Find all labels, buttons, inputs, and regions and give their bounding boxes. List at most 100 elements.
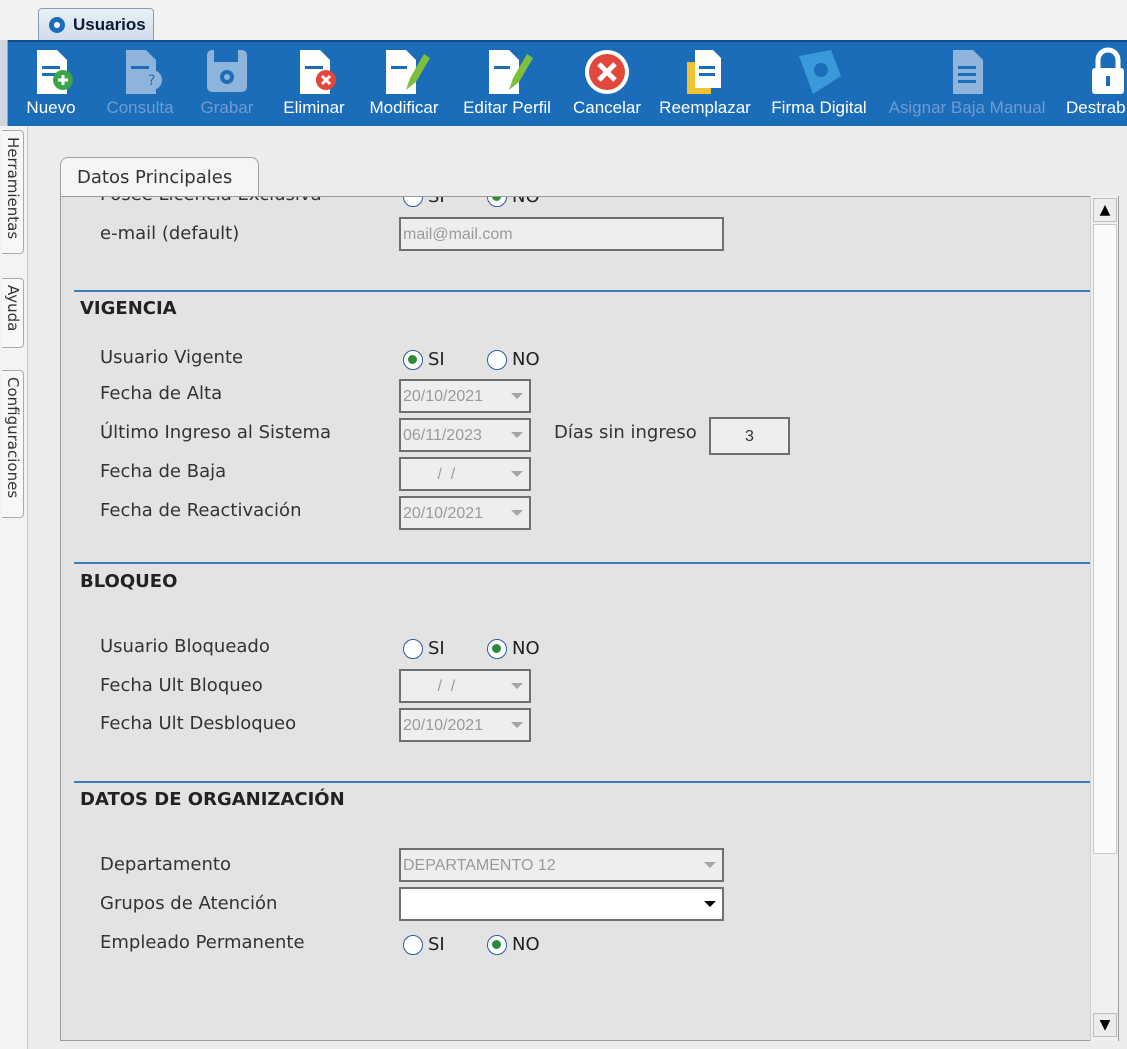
grupos-atencion-label: Grupos de Atención bbox=[100, 893, 278, 914]
side-tab-configuraciones-label: Configuraciones bbox=[4, 377, 22, 499]
scroll-up-icon[interactable]: ▲ bbox=[1093, 198, 1117, 222]
save-disk-icon bbox=[207, 50, 247, 92]
fecha-baja-label: Fecha de Baja bbox=[100, 461, 227, 482]
departamento-select[interactable]: DEPARTAMENTO 12 bbox=[399, 848, 724, 882]
vigente-si-radio[interactable]: SI bbox=[403, 349, 445, 370]
window-tab-strip: Usuarios bbox=[0, 0, 1127, 40]
licencia-label: Posee Licencia Exclusiva bbox=[100, 197, 322, 205]
vigencia-title: VIGENCIA bbox=[80, 298, 177, 319]
email-field[interactable]: mail@mail.com bbox=[399, 217, 724, 251]
assign-document-icon bbox=[953, 50, 983, 94]
reemplazar-label: Reemplazar bbox=[659, 98, 751, 117]
radio-circle-selected bbox=[487, 197, 507, 207]
destrabar-button[interactable]: Destrab bbox=[1060, 42, 1127, 128]
usuarios-tab-icon bbox=[49, 16, 65, 33]
nuevo-button[interactable]: Nuevo bbox=[18, 42, 84, 128]
fecha-reactivacion-picker[interactable]: 20/10/2021 bbox=[399, 496, 531, 530]
edit-profile-icon bbox=[489, 50, 533, 94]
side-tab-herramientas[interactable]: Herramientas bbox=[2, 130, 24, 254]
modificar-button[interactable]: Modificar bbox=[362, 42, 446, 128]
side-tab-ayuda[interactable]: Ayuda bbox=[2, 278, 24, 348]
usuario-bloqueado-label: Usuario Bloqueado bbox=[100, 636, 270, 657]
radio-circle bbox=[487, 349, 507, 370]
grabar-button[interactable]: Grabar bbox=[194, 42, 260, 128]
fecha-ult-desbloqueo-value: 20/10/2021 bbox=[403, 717, 484, 734]
radio-label: NO bbox=[512, 197, 540, 207]
fecha-reactivacion-label: Fecha de Reactivación bbox=[100, 500, 302, 521]
eliminar-button[interactable]: Eliminar bbox=[278, 42, 350, 128]
bloqueado-no-radio[interactable]: NO bbox=[487, 638, 540, 659]
firma-digital-button[interactable]: Firma Digital bbox=[764, 42, 874, 128]
reemplazar-button[interactable]: Reemplazar bbox=[656, 42, 754, 128]
departamento-label: Departamento bbox=[100, 854, 231, 875]
destrabar-label: Destrab bbox=[1066, 98, 1126, 117]
email-label: e-mail (default) bbox=[100, 223, 240, 244]
vertical-scrollbar[interactable]: ▲ ▼ bbox=[1090, 196, 1118, 1041]
ultimo-ingreso-label: Último Ingreso al Sistema bbox=[100, 422, 332, 443]
window-tab-usuarios[interactable]: Usuarios bbox=[38, 8, 154, 40]
dias-sin-ingreso-field[interactable]: 3 bbox=[709, 417, 790, 455]
digital-signature-icon bbox=[799, 50, 841, 94]
dropdown-arrow-icon bbox=[511, 683, 523, 689]
dropdown-arrow-icon bbox=[511, 510, 523, 516]
grupos-atencion-select[interactable] bbox=[399, 887, 724, 921]
window-tab-label: Usuarios bbox=[73, 14, 146, 34]
toolbar-grip bbox=[0, 40, 8, 126]
empleado-permanente-label: Empleado Permanente bbox=[100, 932, 305, 953]
dropdown-arrow-icon bbox=[704, 862, 716, 868]
scroll-thumb[interactable] bbox=[1093, 224, 1117, 854]
usuario-vigente-label: Usuario Vigente bbox=[100, 347, 244, 368]
fecha-ult-desbloqueo-label: Fecha Ult Desbloqueo bbox=[100, 713, 297, 734]
fecha-reactivacion-value: 20/10/2021 bbox=[403, 505, 484, 522]
fecha-alta-label: Fecha de Alta bbox=[100, 383, 223, 404]
fecha-ult-bloqueo-value: / / bbox=[433, 678, 456, 695]
editar-perfil-button[interactable]: Editar Perfil bbox=[456, 42, 558, 128]
fecha-ult-desbloqueo-picker[interactable]: 20/10/2021 bbox=[399, 708, 531, 742]
editar-perfil-label: Editar Perfil bbox=[463, 98, 551, 117]
radio-circle-selected bbox=[487, 934, 507, 955]
cancelar-button[interactable]: Cancelar bbox=[568, 42, 646, 128]
radio-circle bbox=[403, 197, 423, 207]
side-panel: Herramientas Ayuda Configuraciones bbox=[0, 126, 28, 1049]
new-document-icon bbox=[37, 50, 73, 94]
scroll-down-icon[interactable]: ▼ bbox=[1093, 1013, 1117, 1037]
permanente-si-radio[interactable]: SI bbox=[403, 934, 445, 955]
licencia-si-radio[interactable]: SI bbox=[403, 197, 445, 207]
radio-circle-selected bbox=[403, 349, 423, 370]
consulta-label: Consulta bbox=[106, 98, 174, 117]
radio-label: NO bbox=[512, 349, 540, 370]
section-divider bbox=[74, 781, 1090, 783]
eliminar-label: Eliminar bbox=[283, 98, 345, 117]
unlock-icon bbox=[1092, 47, 1124, 94]
dropdown-arrow-icon bbox=[511, 393, 523, 399]
asignar-baja-manual-label: Asignar Baja Manual bbox=[888, 98, 1046, 117]
clipped-row: Posee Licencia Exclusiva SI NO bbox=[61, 197, 1089, 207]
bloqueado-si-radio[interactable]: SI bbox=[403, 638, 445, 659]
side-tab-configuraciones[interactable]: Configuraciones bbox=[2, 370, 24, 518]
fecha-alta-value: 20/10/2021 bbox=[403, 388, 484, 405]
fecha-ult-bloqueo-picker[interactable]: / / bbox=[399, 669, 531, 703]
radio-circle-selected bbox=[487, 638, 507, 659]
section-divider bbox=[74, 290, 1090, 292]
asignar-baja-manual-button[interactable]: Asignar Baja Manual bbox=[884, 42, 1050, 128]
tab-datos-principales[interactable]: Datos Principales bbox=[60, 157, 259, 199]
nuevo-label: Nuevo bbox=[26, 98, 76, 117]
fecha-ult-bloqueo-label: Fecha Ult Bloqueo bbox=[100, 675, 263, 696]
radio-label: NO bbox=[512, 638, 540, 659]
consulta-button[interactable]: ? Consulta bbox=[102, 42, 178, 128]
dropdown-arrow-icon bbox=[511, 722, 523, 728]
ultimo-ingreso-picker[interactable]: 06/11/2023 bbox=[399, 418, 531, 452]
fecha-baja-picker[interactable]: / / bbox=[399, 457, 531, 491]
grabar-label: Grabar bbox=[200, 98, 254, 117]
licencia-no-radio[interactable]: NO bbox=[487, 197, 540, 207]
modificar-label: Modificar bbox=[369, 98, 439, 117]
dias-sin-ingreso-label: Días sin ingreso bbox=[554, 422, 697, 443]
firma-digital-label: Firma Digital bbox=[771, 98, 867, 117]
vigente-no-radio[interactable]: NO bbox=[487, 349, 540, 370]
section-divider bbox=[74, 562, 1090, 564]
fecha-alta-picker[interactable]: 20/10/2021 bbox=[399, 379, 531, 413]
dropdown-arrow-icon bbox=[511, 471, 523, 477]
cancelar-label: Cancelar bbox=[572, 98, 642, 117]
permanente-no-radio[interactable]: NO bbox=[487, 934, 540, 955]
fecha-baja-value: / / bbox=[433, 466, 456, 483]
